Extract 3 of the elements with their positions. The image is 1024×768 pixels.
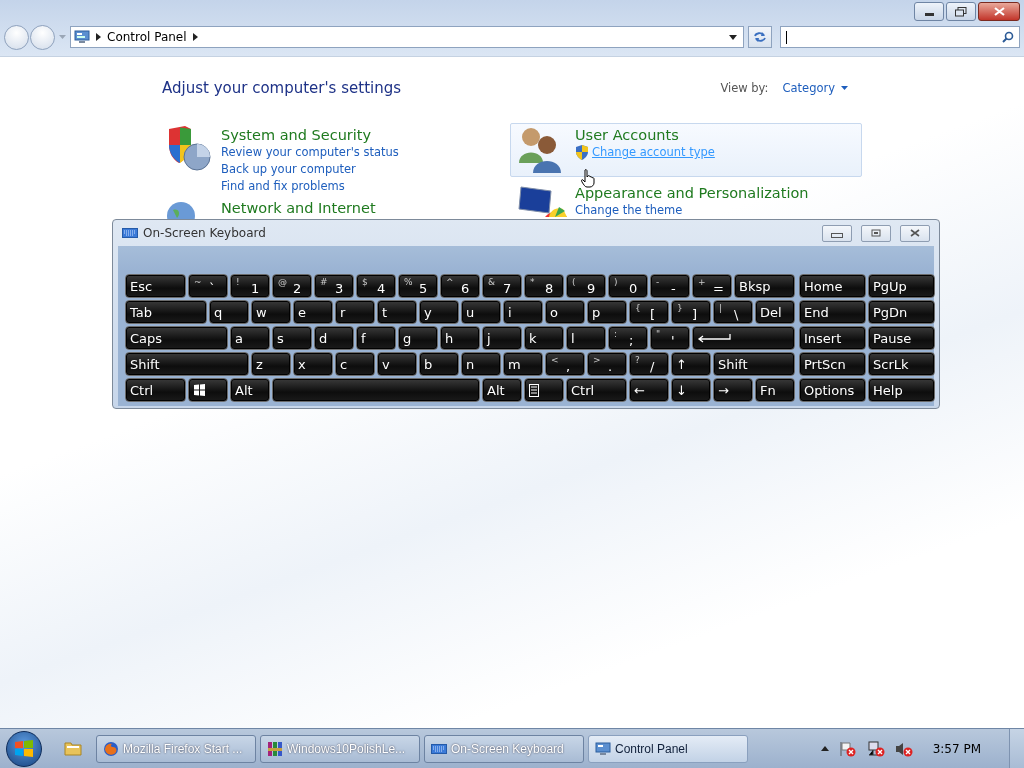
window-title: On-Screen Keyboard	[143, 226, 266, 240]
view-by-label: View by:	[720, 81, 769, 95]
page-heading: Adjust your computer's settings	[162, 79, 402, 97]
